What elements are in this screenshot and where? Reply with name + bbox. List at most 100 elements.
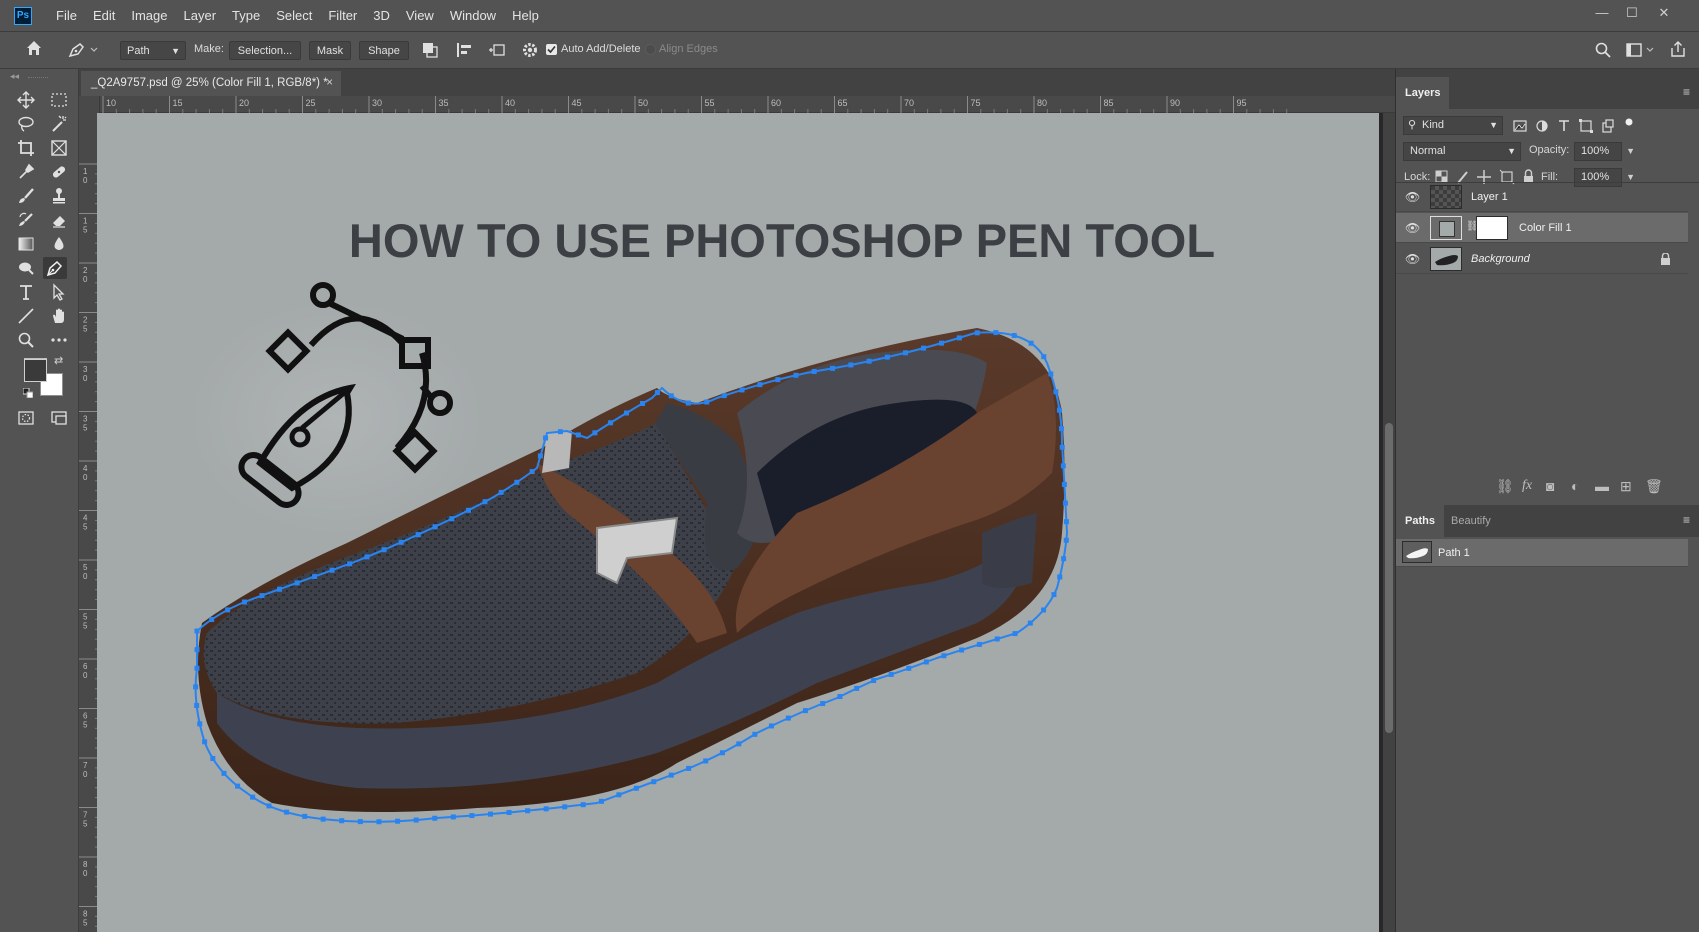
path-anchor-point[interactable]: [811, 369, 817, 375]
path-anchor-point[interactable]: [719, 750, 725, 756]
history-brush-tool-icon[interactable]: [14, 209, 38, 231]
home-icon[interactable]: [22, 39, 46, 61]
make-selection-button[interactable]: Selection...: [229, 41, 301, 60]
path-anchor-point[interactable]: [608, 420, 614, 426]
path-anchor-point[interactable]: [752, 731, 758, 737]
blur-tool-icon[interactable]: [47, 233, 71, 255]
path-anchor-point[interactable]: [820, 701, 826, 707]
menu-view[interactable]: View: [398, 8, 442, 23]
path-anchor-point[interactable]: [225, 607, 231, 613]
layer-row-color-fill-1[interactable]: 👁 ⛓ Color Fill 1: [1396, 213, 1688, 243]
menu-file[interactable]: File: [48, 8, 85, 23]
gradient-tool-icon[interactable]: [14, 233, 38, 255]
foreground-color-swatch-top[interactable]: [24, 359, 47, 382]
default-colors-icon[interactable]: [22, 387, 34, 401]
document-canvas[interactable]: HOW TO USE PHOTOSHOP PEN TOOL: [97, 113, 1379, 932]
pen-tool-preset-icon[interactable]: [66, 40, 102, 62]
mask-thumbnail[interactable]: [1476, 216, 1508, 240]
make-mask-button[interactable]: Mask: [309, 41, 351, 60]
path-anchor-point[interactable]: [1011, 332, 1017, 338]
path-anchor-point[interactable]: [339, 818, 345, 824]
gear-icon[interactable]: [520, 41, 540, 61]
path-anchor-point[interactable]: [284, 809, 290, 815]
path-anchor-point[interactable]: [364, 554, 370, 560]
path-anchor-point[interactable]: [668, 393, 674, 399]
fx-icon[interactable]: fx: [1522, 478, 1532, 494]
path-anchor-point[interactable]: [1028, 340, 1034, 346]
pen-tool-icon[interactable]: [43, 257, 67, 279]
path-anchor-point[interactable]: [1012, 631, 1018, 637]
path-anchor-point[interactable]: [668, 772, 674, 778]
document-tab[interactable]: _Q2A9757.psd @ 25% (Color Fill 1, RGB/8*…: [81, 71, 341, 96]
path-anchor-point[interactable]: [482, 499, 488, 505]
path-anchor-point[interactable]: [854, 685, 860, 691]
path-anchor-point[interactable]: [623, 410, 629, 416]
path-anchor-point[interactable]: [1061, 556, 1067, 562]
more-tools-icon[interactable]: [47, 329, 71, 351]
screen-mode-icon[interactable]: [47, 407, 71, 429]
share-icon[interactable]: [1668, 40, 1688, 60]
path-anchor-point[interactable]: [543, 806, 549, 812]
path-anchor-point[interactable]: [871, 678, 877, 684]
path-anchor-point[interactable]: [1062, 500, 1068, 506]
path-anchor-point[interactable]: [906, 665, 912, 671]
menu-window[interactable]: Window: [442, 8, 504, 23]
path-anchor-point[interactable]: [432, 524, 438, 530]
close-tab-icon[interactable]: ×: [326, 71, 333, 96]
zoom-tool-icon[interactable]: [14, 329, 38, 351]
path-anchor-point[interactable]: [469, 813, 475, 819]
path-anchor-point[interactable]: [721, 393, 727, 399]
path-anchor-point[interactable]: [837, 694, 843, 700]
line-tool-icon[interactable]: [14, 305, 38, 327]
path-anchor-point[interactable]: [633, 785, 639, 791]
path-anchor-point[interactable]: [398, 539, 404, 545]
close-window-button[interactable]: ✕: [1653, 4, 1675, 22]
path-anchor-point[interactable]: [956, 335, 962, 341]
path-anchor-point[interactable]: [921, 345, 927, 351]
make-shape-button[interactable]: Shape: [359, 41, 409, 60]
maximize-button[interactable]: ☐: [1621, 4, 1643, 22]
align-edges-checkbox[interactable]: [645, 44, 656, 55]
path-anchor-point[interactable]: [197, 721, 203, 727]
path-anchor-point[interactable]: [703, 758, 709, 764]
path-anchor-point[interactable]: [376, 819, 382, 825]
path-anchor-point[interactable]: [235, 783, 241, 789]
eye-icon[interactable]: 👁: [1405, 190, 1420, 204]
new-group-icon[interactable]: ▬: [1595, 478, 1609, 494]
path-anchor-point[interactable]: [736, 741, 742, 747]
hand-tool-icon[interactable]: [47, 305, 71, 327]
path-anchor-point[interactable]: [432, 815, 438, 821]
vertical-scrollbar[interactable]: [1383, 113, 1395, 932]
crop-tool-icon[interactable]: [14, 137, 38, 159]
collapse-panel-icon[interactable]: ◂◂: [10, 71, 19, 82]
trash-icon[interactable]: 🗑: [1645, 478, 1663, 495]
minimize-button[interactable]: —: [1591, 4, 1613, 22]
brush-tool-icon[interactable]: [14, 185, 38, 207]
path-anchor-point[interactable]: [1063, 519, 1069, 525]
add-mask-icon[interactable]: ◙: [1546, 478, 1554, 494]
chevron-down-icon[interactable]: ▼: [1626, 143, 1635, 160]
path-anchor-point[interactable]: [902, 350, 908, 356]
path-anchor-point[interactable]: [651, 779, 657, 785]
path-anchor-point[interactable]: [1056, 407, 1062, 413]
path-anchor-point[interactable]: [415, 532, 421, 538]
path-anchor-point[interactable]: [529, 469, 535, 475]
eraser-tool-icon[interactable]: [47, 209, 71, 231]
path-anchor-point[interactable]: [525, 808, 531, 814]
path-anchor-point[interactable]: [938, 340, 944, 346]
layer-filter-kind-select[interactable]: ⚲ Kind ▼: [1403, 116, 1503, 135]
scrollbar-thumb[interactable]: [1385, 423, 1393, 733]
path-anchor-point[interactable]: [1051, 592, 1057, 598]
path-selection-tool-icon[interactable]: [47, 281, 71, 303]
menu-edit[interactable]: Edit: [85, 8, 123, 23]
path-anchor-point[interactable]: [193, 684, 199, 690]
path-anchor-point[interactable]: [592, 430, 598, 436]
workspace-icon[interactable]: [1624, 41, 1658, 61]
clone-stamp-tool-icon[interactable]: [47, 185, 71, 207]
tab-beautify[interactable]: Beautify: [1442, 505, 1500, 537]
path-anchor-point[interactable]: [1059, 426, 1065, 432]
path-anchor-point[interactable]: [450, 814, 456, 820]
path-anchor-point[interactable]: [449, 516, 455, 522]
path-anchor-point[interactable]: [993, 330, 999, 336]
menu-3d[interactable]: 3D: [365, 8, 398, 23]
